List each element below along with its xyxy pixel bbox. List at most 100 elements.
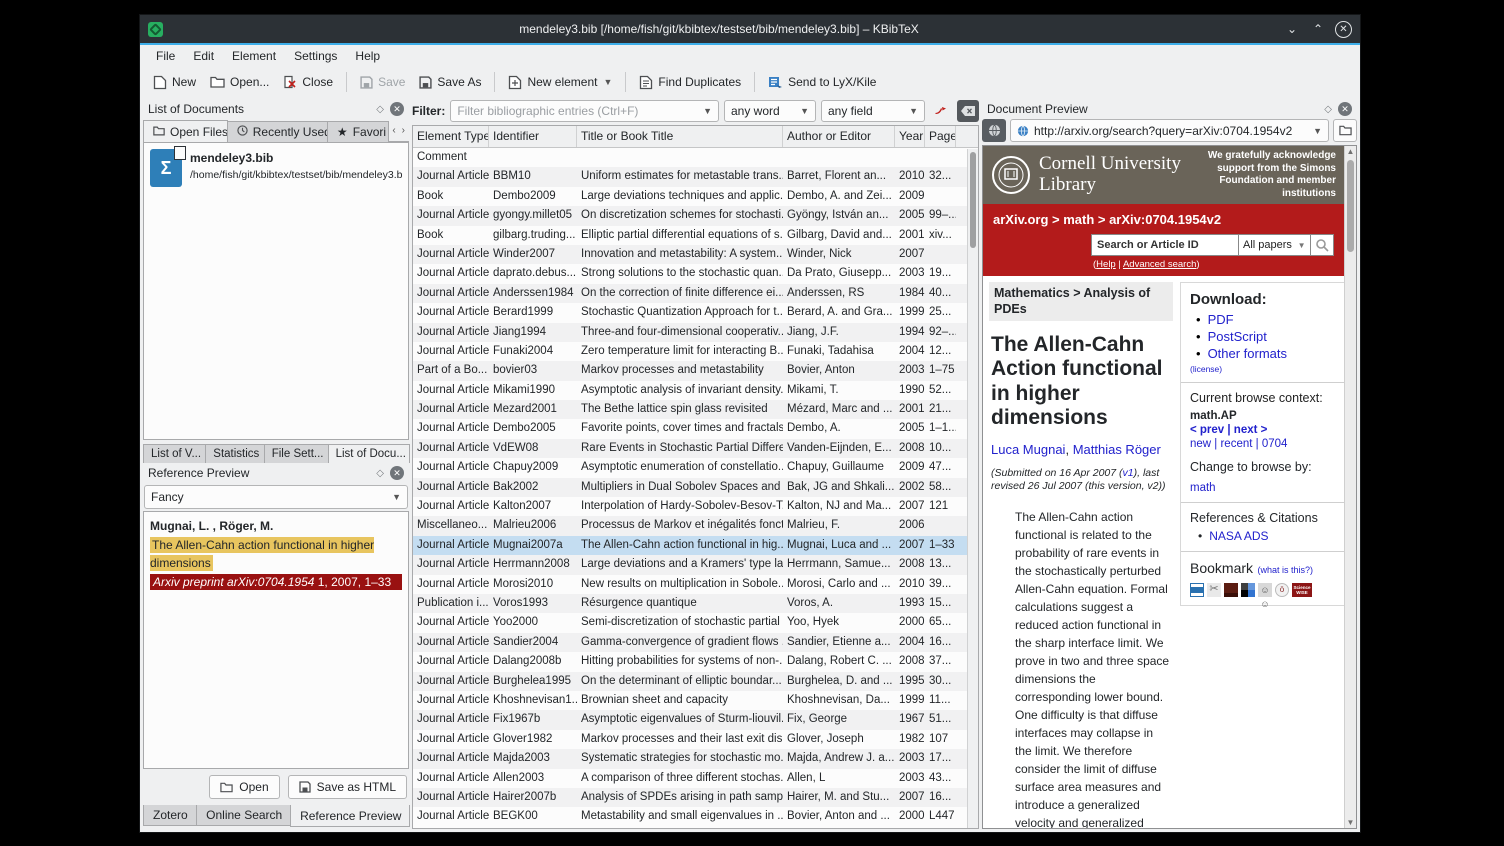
table-row[interactable]: Journal ArticleChapuy2009Asymptotic enum… [413,458,978,477]
column-header-author-or-editor[interactable]: Author or Editor [783,126,895,147]
open-file-button[interactable] [1333,119,1357,142]
dock-tab-file-sett[interactable]: File Sett... [264,444,329,463]
scroll-left-icon[interactable]: ‹ [392,125,395,136]
arxiv-scope-select[interactable]: All papers ▼ [1239,234,1311,256]
table-row[interactable]: Bookgilbarg.truding...Elliptic partial d… [413,226,978,245]
delicious-icon[interactable] [1241,583,1255,597]
table-row[interactable]: Journal Articlegyongy.millet05On discret… [413,206,978,225]
menu-edit[interactable]: Edit [185,47,222,65]
pdf-link[interactable]: PDF [1208,312,1234,327]
table-row[interactable]: Journal ArticleMorosi2010New results on … [413,575,978,594]
scrollbar-thumb[interactable] [970,152,976,248]
clear-filter-button[interactable] [957,100,979,122]
table-row[interactable]: Journal ArticleWinder2007Innovation and … [413,245,978,264]
table-row[interactable]: Journal ArticleMezard2001The Bethe latti… [413,400,978,419]
postscript-link[interactable]: PostScript [1208,329,1267,344]
digg-icon[interactable]: ☺☺ [1258,583,1272,597]
filter-input[interactable] [457,104,699,118]
table-row[interactable]: Comment [413,148,978,167]
table-row[interactable]: Journal ArticleGlover1982Markov processe… [413,730,978,749]
close-button[interactable]: Close [276,71,340,93]
menu-file[interactable]: File [148,47,183,65]
what-is-this-link[interactable]: (what is this?) [1257,565,1313,575]
online-mode-button[interactable] [982,119,1006,142]
table-row[interactable]: Journal ArticleFunaki2004Zero temperatur… [413,342,978,361]
filter-word-mode-select[interactable]: any word ▼ [724,100,816,122]
author-link-luca-mugnai[interactable]: Luca Mugnai [991,442,1065,457]
bibsonomy-icon[interactable] [1224,583,1238,597]
new-recent-links[interactable]: new | recent | 0704 [1190,438,1342,450]
arxiv-search-input[interactable] [1091,234,1239,256]
float-panel-icon[interactable]: ◇ [376,468,384,479]
table-row[interactable]: Journal ArticleHerrmann2008Large deviati… [413,555,978,574]
prev-next-links[interactable]: < prev | next > [1190,424,1342,436]
table-row[interactable]: Journal ArticleJiang1994Three-and four-d… [413,323,978,342]
close-window-button[interactable]: ✕ [1335,21,1352,38]
table-row[interactable]: Journal ArticleMajda2003Systematic strat… [413,749,978,768]
float-panel-icon[interactable]: ◇ [376,104,384,115]
menu-element[interactable]: Element [224,47,284,65]
dock-tab-statistics[interactable]: Statistics [205,444,264,463]
table-row[interactable]: Part of a Bo...bovier03Markov processes … [413,361,978,380]
scroll-right-icon[interactable]: › [402,125,405,136]
table-row[interactable]: Journal ArticleVdEW08Rare Events in Stoc… [413,439,978,458]
save-as-html-button[interactable]: Save as HTML [288,775,407,799]
tab-favori[interactable]: ★Favori [327,121,389,142]
menu-settings[interactable]: Settings [286,47,345,65]
table-row[interactable]: Journal ArticleBerard1999Stochastic Quan… [413,303,978,322]
table-row[interactable]: Journal ArticleHairer2007bAnalysis of SP… [413,788,978,807]
filter-field-mode-select[interactable]: any field ▼ [821,100,925,122]
table-row[interactable]: Journal ArticleAllen2003A comparison of … [413,769,978,788]
table-row[interactable]: Journal ArticleKalton2007Interpolation o… [413,497,978,516]
tab-scroll-buttons[interactable]: ‹› [388,119,409,142]
close-panel-icon[interactable]: ✕ [390,466,404,480]
scroll-down-arrow[interactable]: ▼ [1345,818,1356,827]
table-row[interactable]: Journal ArticleFix1967bAsymptotic eigenv… [413,710,978,729]
table-row[interactable]: Publication i...Voros1993Résurgence quan… [413,594,978,613]
table-row[interactable]: Journal ArticleKhoshnevisan1...Brownian … [413,691,978,710]
dock-tab-list-of-docu[interactable]: List of Docu... [328,444,410,463]
open-button[interactable]: Open [209,775,279,799]
send-to-lyx-kile-button[interactable]: Send to LyX/Kile [761,71,883,93]
table-row[interactable]: BookDembo2009Large deviations techniques… [413,187,978,206]
filter-pdf-button[interactable] [930,100,952,122]
other-formats-link[interactable]: Other formats [1208,346,1287,361]
math-link[interactable]: math [1190,482,1342,494]
table-row[interactable]: Journal ArticleYoo2000Semi-discretizatio… [413,613,978,632]
table-row[interactable]: Journal ArticleBak2002Multipliers in Dua… [413,478,978,497]
column-header-page[interactable]: Page [925,126,956,147]
sciencewise-icon[interactable]: Science WISE [1292,583,1312,597]
find-duplicates-button[interactable]: Find Duplicates [632,71,748,94]
browser-scrollbar[interactable]: ▲ ▼ [1344,146,1356,828]
tab-online-search[interactable]: Online Search [196,805,291,826]
menu-help[interactable]: Help [347,47,388,65]
table-row[interactable]: Journal ArticleBurghelea1995On the deter… [413,672,978,691]
table-row[interactable]: Journal ArticleMikami1990Asymptotic anal… [413,381,978,400]
column-header-year[interactable]: Year [895,126,925,147]
close-panel-icon[interactable]: ✕ [1338,102,1352,116]
connotea-icon[interactable]: ✂ [1207,583,1221,597]
author-link-matthias-r-ger[interactable]: Matthias Röger [1073,442,1161,457]
float-panel-icon[interactable]: ◇ [1324,104,1332,115]
table-row[interactable]: Journal ArticleAnderssen1984On the corre… [413,284,978,303]
table-row[interactable]: Journal ArticleDembo2005Favorite points,… [413,419,978,438]
citeulike-icon[interactable] [1190,583,1204,597]
dock-tab-list-of-v[interactable]: List of V... [143,444,206,463]
table-row[interactable]: Journal Articledaprato.debus...Strong so… [413,264,978,283]
license-link[interactable]: (license) [1190,364,1342,374]
tab-recently-used[interactable]: Recently Used [227,121,328,142]
column-header-title-or-book-title[interactable]: Title or Book Title [577,126,783,147]
table-row[interactable]: Journal ArticleMugnai2007aThe Allen-Cahn… [413,536,978,555]
nasa-ads-link[interactable]: NASA ADS [1209,529,1268,543]
save-as-button[interactable]: Save As [412,71,488,93]
preview-style-select[interactable]: Fancy ▼ [144,485,408,509]
close-panel-icon[interactable]: ✕ [390,102,404,116]
column-header-element-type[interactable]: Element Type [413,126,489,147]
table-row[interactable]: Journal ArticleDalang2008bHitting probab… [413,652,978,671]
scrollbar-thumb[interactable] [1347,160,1354,252]
v1-link[interactable]: v1 [1123,467,1134,479]
open-button[interactable]: Open... [203,71,276,93]
minimize-button[interactable]: ⌄ [1283,20,1301,38]
reddit-icon[interactable]: ö [1275,583,1289,597]
tab-reference-preview[interactable]: Reference Preview [290,805,410,827]
